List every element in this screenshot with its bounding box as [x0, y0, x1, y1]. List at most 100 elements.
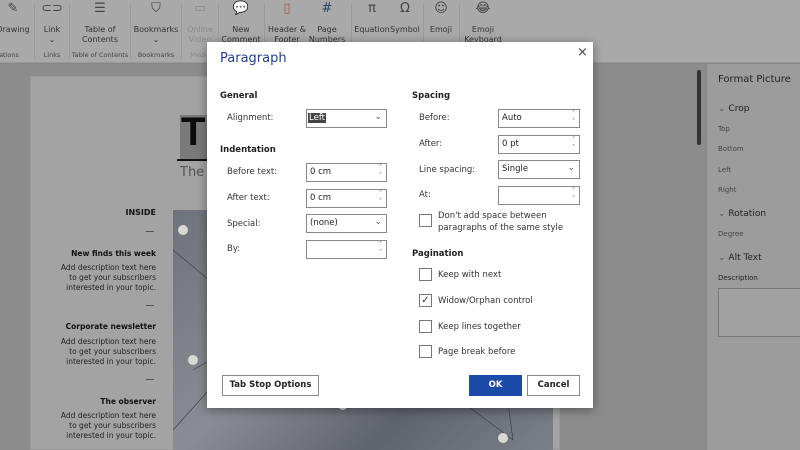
spin-icon[interactable]: ˄ ˅ [572, 187, 575, 203]
at-label: At: [419, 190, 431, 200]
indentation-heading: Indentation [220, 145, 276, 155]
bookmarks-button[interactable]: ⛉ Bookmarks ⌄ [132, 1, 180, 45]
description-label: Description [718, 274, 758, 282]
after-text-label: After text: [227, 193, 270, 203]
paragraph-dialog: Paragraph × General Alignment: Left ⌄ Ind… [207, 42, 593, 408]
checkmark-icon: ✓ [421, 295, 430, 306]
keep-lines-together-label: Keep lines together [438, 322, 521, 332]
item-heading: The observer [100, 397, 156, 406]
title-rule [177, 159, 209, 161]
special-label: Special: [227, 219, 261, 229]
item-heading: New finds this week [71, 249, 156, 258]
keep-with-next-label: Keep with next [438, 270, 502, 280]
vertical-scrollbar[interactable] [697, 70, 701, 145]
crop-right-label: Right [718, 186, 737, 194]
after-stepper[interactable]: 0 pt ˄ ˅ [498, 135, 580, 154]
dont-add-space-label: Don't add space between paragraphs of th… [438, 211, 564, 233]
emoji-button[interactable]: ☺ Emoji [425, 1, 457, 35]
before-label: Before: [419, 113, 450, 123]
item-text: Add description text here to get your su… [60, 263, 156, 292]
crop-section[interactable]: ⌄ Crop [718, 104, 749, 114]
equation-button[interactable]: π Equation [353, 1, 391, 35]
toc-icon: ☰ [94, 1, 106, 16]
spacing-heading: Spacing [412, 91, 451, 101]
alignment-select[interactable]: Left ⌄ [306, 109, 387, 128]
pane-title: Format Picture [718, 74, 791, 85]
by-label: By: [227, 244, 241, 254]
bookmark-icon: ⛉ [151, 1, 161, 16]
page-break-before-label: Page break before [438, 347, 516, 357]
dialog-title: Paragraph [220, 51, 287, 66]
chevron-down-icon: ⌄ [567, 163, 575, 173]
before-text-label: Before text: [227, 167, 278, 177]
chevron-down-icon: ⌄ [718, 104, 729, 114]
omega-icon: Ω [400, 1, 410, 16]
page-break-before-checkbox[interactable] [419, 345, 432, 358]
chevron-down-icon: ⌄ [374, 112, 382, 122]
line-spacing-select[interactable]: Single ⌄ [498, 160, 580, 179]
crop-bottom-label: Bottom [718, 145, 744, 153]
ok-button[interactable]: OK [469, 375, 522, 396]
before-text-stepper[interactable]: 0 cm ˄ ˅ [306, 163, 387, 182]
spin-icon[interactable]: ˄ ˅ [379, 190, 382, 206]
video-icon: ▭ [193, 1, 207, 16]
line-spacing-label: Line spacing: [419, 165, 476, 175]
alt-text-section[interactable]: ⌄ Alt Text [718, 253, 762, 263]
degree-label: Degree [718, 230, 744, 238]
spin-icon[interactable]: ˄ ˅ [572, 136, 575, 152]
chevron-down-icon: ⌄ [718, 209, 729, 219]
drawing-icon: ✎ [7, 1, 19, 16]
inside-heading: INSIDE [125, 208, 156, 217]
by-stepper[interactable]: ˄ ˅ [306, 240, 387, 259]
chevron-down-icon: ⌄ [718, 253, 729, 263]
page-numbers-button[interactable]: # Page Numbers [308, 1, 346, 45]
after-label: After: [419, 139, 443, 149]
before-stepper[interactable]: Auto ˄ ˅ [498, 109, 580, 128]
rotation-section[interactable]: ⌄ Rotation [718, 209, 766, 219]
symbol-button[interactable]: Ω Symbol [390, 1, 420, 35]
group-label: ations [0, 51, 19, 59]
page-number-icon: # [321, 1, 333, 16]
comment-icon: 💬 [232, 1, 250, 16]
crop-left-label: Left [718, 166, 732, 174]
item-text: Add description text here to get your su… [60, 337, 156, 366]
emoji-icon: 😂 [475, 1, 491, 16]
spin-icon[interactable]: ˄ ˅ [379, 164, 382, 180]
item-text: Add description text here to get your su… [60, 411, 156, 440]
keep-with-next-checkbox[interactable] [419, 268, 432, 281]
special-select[interactable]: (none) ⌄ [306, 214, 387, 233]
link-button[interactable]: ⊂⊃ Link ⌄ [36, 1, 68, 45]
tab-stop-options-button[interactable]: Tab Stop Options [222, 375, 319, 396]
online-video-button[interactable]: ▭ Online Video [183, 1, 217, 45]
description-input[interactable] [718, 288, 800, 337]
general-heading: General [220, 91, 258, 101]
pi-icon: π [368, 1, 376, 16]
close-icon[interactable]: × [577, 45, 588, 60]
widow-orphan-label: Widow/Orphan control [438, 296, 533, 306]
alignment-label: Alignment: [227, 113, 274, 123]
group-label: Table of Contents [71, 51, 129, 59]
new-comment-button[interactable]: 💬 New Comment [220, 1, 262, 45]
drawing-button[interactable]: ✎Drawing [0, 1, 32, 35]
dont-add-space-checkbox[interactable] [419, 214, 432, 227]
keep-lines-together-checkbox[interactable] [419, 320, 432, 333]
at-stepper[interactable]: ˄ ˅ [498, 186, 580, 205]
group-label: Bookmarks [137, 51, 175, 59]
link-icon: ⊂⊃ [41, 1, 63, 16]
pagination-heading: Pagination [412, 249, 464, 259]
emoji-keyboard-button[interactable]: 😂 Emoji Keyboard [460, 1, 506, 45]
chevron-down-icon: ⌄ [374, 217, 382, 227]
cancel-button[interactable]: Cancel [527, 375, 580, 396]
header-footer-icon: ▯ [283, 1, 291, 16]
format-picture-pane: Format Picture ⌄ Crop Top Bottom Left Ri… [706, 64, 800, 450]
smiley-icon: ☺ [434, 1, 448, 16]
header-footer-button[interactable]: ▯ Header & Footer [266, 1, 308, 45]
toc-button[interactable]: ☰ Table of Contents [72, 1, 128, 45]
after-text-stepper[interactable]: 0 cm ˄ ˅ [306, 189, 387, 208]
crop-top-label: Top [718, 125, 730, 133]
spin-icon[interactable]: ˄ ˅ [572, 110, 575, 126]
group-label: Links [43, 51, 61, 59]
spin-icon[interactable]: ˄ ˅ [379, 241, 382, 257]
item-heading: Corporate newsletter [65, 322, 156, 331]
widow-orphan-checkbox[interactable]: ✓ [419, 294, 432, 307]
